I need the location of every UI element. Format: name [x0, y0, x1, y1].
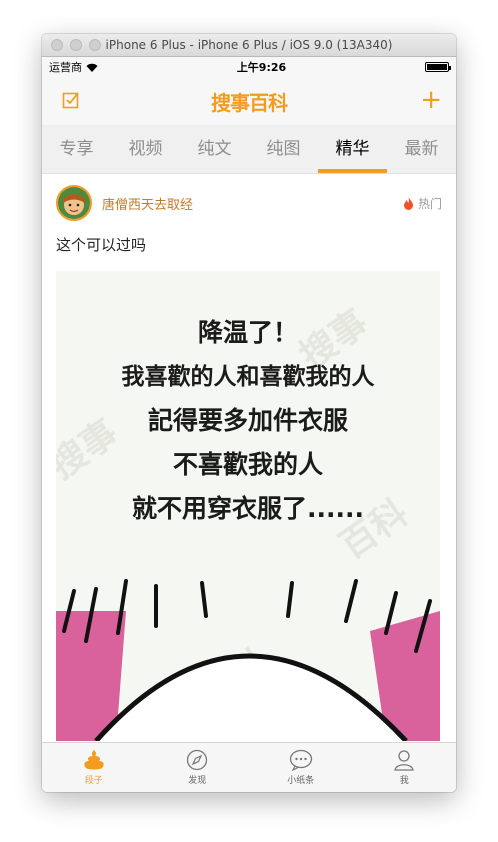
tab-exclusive[interactable]: 专享: [42, 125, 111, 173]
user-icon: [394, 750, 415, 771]
compose-icon[interactable]: [62, 91, 80, 109]
avatar[interactable]: [56, 185, 92, 221]
tab-featured[interactable]: 精华: [318, 125, 387, 173]
meme-caption: 降温了！ 我喜歡的人和喜歡我的人 記得要多加件衣服 不喜歡我的人 就不用穿衣服了…: [56, 311, 440, 531]
meme-line: 就不用穿衣服了......: [132, 494, 364, 523]
poop-icon: [84, 750, 104, 770]
meme-line: 記得要多加件衣服: [147, 406, 348, 435]
chat-icon: [289, 749, 312, 771]
feed[interactable]: 唐僧西天去取经 热门 这个可以过吗 搜事 搜事 百科 百科 降温了！ 我喜歡的人…: [42, 174, 456, 741]
compass-icon: [187, 749, 208, 771]
plus-icon[interactable]: +: [420, 87, 442, 113]
post-image[interactable]: 搜事 搜事 百科 百科 降温了！ 我喜歡的人和喜歡我的人 記得要多加件衣服 不喜…: [56, 271, 440, 741]
zoom-window-button[interactable]: [89, 39, 101, 51]
meme-line: 我喜歡的人和喜歡我的人: [121, 364, 375, 390]
meme-face-drawing: [56, 579, 440, 741]
tabbar-item-me[interactable]: 我: [353, 743, 457, 792]
simulator-window: iPhone 6 Plus - iPhone 6 Plus / iOS 9.0 …: [42, 34, 456, 792]
minimize-window-button[interactable]: [70, 39, 82, 51]
hot-label: 热门: [417, 196, 442, 211]
status-bar: 运营商 上午9:26: [42, 57, 456, 77]
window-controls: [51, 39, 101, 51]
app-logo: 搜事百科: [211, 90, 288, 115]
close-window-button[interactable]: [51, 39, 63, 51]
tabbar-item-jokes[interactable]: 段子: [42, 743, 146, 792]
tabbar-item-notes[interactable]: 小纸条: [249, 743, 353, 792]
battery-icon: [425, 62, 451, 72]
tabbar-label: 发现: [188, 776, 207, 786]
wifi-icon: [86, 63, 98, 72]
tabbar-label: 小纸条: [287, 776, 315, 786]
status-time: 上午9:26: [236, 61, 287, 74]
window-title: iPhone 6 Plus - iPhone 6 Plus / iOS 9.0 …: [105, 38, 393, 52]
window-titlebar[interactable]: iPhone 6 Plus - iPhone 6 Plus / iOS 9.0 …: [42, 34, 456, 57]
tabbar-label: 我: [399, 776, 409, 786]
meme-line: 不喜歡我的人: [172, 450, 323, 479]
post-text: 这个可以过吗: [56, 236, 147, 254]
tab-text[interactable]: 纯文: [180, 125, 249, 173]
post-header: 唐僧西天去取经 热门: [56, 174, 442, 232]
tab-latest[interactable]: 最新: [387, 125, 456, 173]
tab-video[interactable]: 视频: [111, 125, 180, 173]
tab-bar: 段子 发现 小纸条 我: [42, 742, 456, 792]
carrier-label: 运营商: [49, 61, 82, 74]
category-tabs: 专享 视频 纯文 纯图 精华 最新: [42, 125, 456, 174]
tabbar-item-discover[interactable]: 发现: [146, 743, 250, 792]
tabbar-label: 段子: [84, 776, 103, 786]
meme-line: 降温了！: [197, 318, 298, 347]
post-username[interactable]: 唐僧西天去取经: [102, 194, 403, 213]
flame-icon: [403, 196, 413, 210]
device-screen: 运营商 上午9:26 搜事百科 + 专享 视频 纯文 纯图 精华 最新 唐僧西天…: [42, 57, 456, 792]
hot-badge: 热门: [403, 195, 442, 212]
tab-image[interactable]: 纯图: [249, 125, 318, 173]
nav-bar: 搜事百科 +: [42, 77, 456, 125]
avatar-image: [58, 187, 90, 219]
battery-level: [427, 64, 447, 70]
